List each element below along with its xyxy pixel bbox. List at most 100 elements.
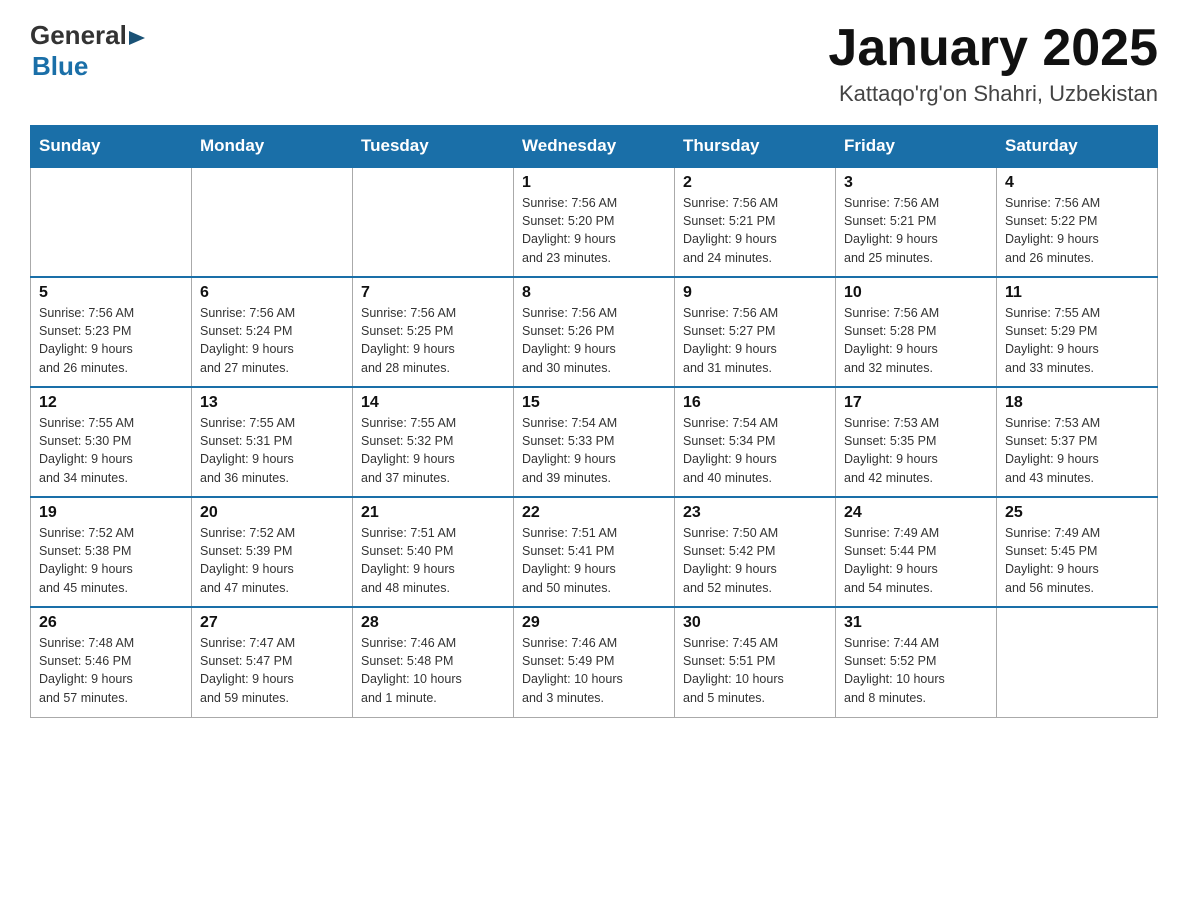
title-area: January 2025 Kattaqo'rg'on Shahri, Uzbek…	[828, 20, 1158, 107]
day-number: 15	[522, 394, 666, 412]
calendar-cell: 24 Sunrise: 7:49 AM Sunset: 5:44 PM Dayli…	[836, 497, 997, 607]
day-info: Sunrise: 7:51 AM Sunset: 5:40 PM Dayligh…	[361, 524, 505, 597]
day-number: 30	[683, 614, 827, 632]
calendar-cell: 7 Sunrise: 7:56 AM Sunset: 5:25 PM Daylig…	[353, 277, 514, 387]
calendar-cell: 23Sunrise: 7:50 AM Sunset: 5:42 PM Dayli…	[675, 497, 836, 607]
day-number: 18	[1005, 394, 1149, 412]
calendar-cell: 1 Sunrise: 7:56 AM Sunset: 5:20 PM Daylig…	[514, 167, 675, 277]
calendar-cell: 9 Sunrise: 7:56 AM Sunset: 5:27 PM Daylig…	[675, 277, 836, 387]
day-info: Sunrise: 7:46 AM Sunset: 5:49 PM Dayligh…	[522, 634, 666, 707]
calendar-cell: 25 Sunrise: 7:49 AM Sunset: 5:45 PM Dayli…	[997, 497, 1158, 607]
header: General Blue January 2025 Kattaqo'rg'on …	[30, 20, 1158, 107]
day-number: 14	[361, 394, 505, 412]
day-info: Sunrise: 7:47 AM Sunset: 5:47 PM Dayligh…	[200, 634, 344, 707]
day-info: Sunrise: 7:48 AM Sunset: 5:46 PM Dayligh…	[39, 634, 183, 707]
month-title: January 2025	[828, 20, 1158, 77]
calendar-week-1: 1 Sunrise: 7:56 AM Sunset: 5:20 PM Daylig…	[31, 167, 1158, 277]
day-info: Sunrise: 7:44 AM Sunset: 5:52 PM Dayligh…	[844, 634, 988, 707]
day-number: 21	[361, 504, 505, 522]
day-number: 4	[1005, 174, 1149, 192]
weekday-header-thursday: Thursday	[675, 126, 836, 168]
day-info: Sunrise: 7:56 AM Sunset: 5:27 PM Dayligh…	[683, 304, 827, 377]
calendar-week-5: 26 Sunrise: 7:48 AM Sunset: 5:46 PM Dayli…	[31, 607, 1158, 717]
day-info: Sunrise: 7:56 AM Sunset: 5:20 PM Dayligh…	[522, 194, 666, 267]
day-info: Sunrise: 7:49 AM Sunset: 5:45 PM Dayligh…	[1005, 524, 1149, 597]
location-title: Kattaqo'rg'on Shahri, Uzbekistan	[828, 81, 1158, 107]
calendar-cell: 10Sunrise: 7:56 AM Sunset: 5:28 PM Dayli…	[836, 277, 997, 387]
day-info: Sunrise: 7:55 AM Sunset: 5:31 PM Dayligh…	[200, 414, 344, 487]
calendar-header: SundayMondayTuesdayWednesdayThursdayFrid…	[31, 126, 1158, 168]
calendar-cell	[353, 167, 514, 277]
calendar-cell: 5 Sunrise: 7:56 AM Sunset: 5:23 PM Daylig…	[31, 277, 192, 387]
calendar-cell: 12 Sunrise: 7:55 AM Sunset: 5:30 PM Dayli…	[31, 387, 192, 497]
day-number: 5	[39, 284, 183, 302]
day-number: 17	[844, 394, 988, 412]
day-number: 27	[200, 614, 344, 632]
calendar-cell: 11Sunrise: 7:55 AM Sunset: 5:29 PM Dayli…	[997, 277, 1158, 387]
day-info: Sunrise: 7:45 AM Sunset: 5:51 PM Dayligh…	[683, 634, 827, 707]
day-info: Sunrise: 7:46 AM Sunset: 5:48 PM Dayligh…	[361, 634, 505, 707]
calendar-cell: 15 Sunrise: 7:54 AM Sunset: 5:33 PM Dayli…	[514, 387, 675, 497]
day-number: 9	[683, 284, 827, 302]
calendar-cell: 14 Sunrise: 7:55 AM Sunset: 5:32 PM Dayli…	[353, 387, 514, 497]
day-info: Sunrise: 7:56 AM Sunset: 5:24 PM Dayligh…	[200, 304, 344, 377]
calendar-week-4: 19Sunrise: 7:52 AM Sunset: 5:38 PM Dayli…	[31, 497, 1158, 607]
calendar-cell: 4 Sunrise: 7:56 AM Sunset: 5:22 PM Daylig…	[997, 167, 1158, 277]
day-info: Sunrise: 7:56 AM Sunset: 5:26 PM Dayligh…	[522, 304, 666, 377]
day-info: Sunrise: 7:55 AM Sunset: 5:32 PM Dayligh…	[361, 414, 505, 487]
day-number: 6	[200, 284, 344, 302]
weekday-header-saturday: Saturday	[997, 126, 1158, 168]
day-number: 1	[522, 174, 666, 192]
calendar-cell: 2Sunrise: 7:56 AM Sunset: 5:21 PM Daylig…	[675, 167, 836, 277]
day-number: 24	[844, 504, 988, 522]
calendar-table: SundayMondayTuesdayWednesdayThursdayFrid…	[30, 125, 1158, 718]
day-number: 20	[200, 504, 344, 522]
calendar-cell: 13 Sunrise: 7:55 AM Sunset: 5:31 PM Dayli…	[192, 387, 353, 497]
calendar-cell: 3 Sunrise: 7:56 AM Sunset: 5:21 PM Daylig…	[836, 167, 997, 277]
weekday-header-friday: Friday	[836, 126, 997, 168]
day-number: 7	[361, 284, 505, 302]
day-info: Sunrise: 7:56 AM Sunset: 5:21 PM Dayligh…	[844, 194, 988, 267]
day-number: 28	[361, 614, 505, 632]
day-number: 12	[39, 394, 183, 412]
day-number: 23	[683, 504, 827, 522]
calendar-cell	[192, 167, 353, 277]
day-number: 13	[200, 394, 344, 412]
weekday-header-wednesday: Wednesday	[514, 126, 675, 168]
calendar-cell: 26 Sunrise: 7:48 AM Sunset: 5:46 PM Dayli…	[31, 607, 192, 717]
day-number: 22	[522, 504, 666, 522]
calendar-cell: 20 Sunrise: 7:52 AM Sunset: 5:39 PM Dayli…	[192, 497, 353, 607]
calendar-week-2: 5 Sunrise: 7:56 AM Sunset: 5:23 PM Daylig…	[31, 277, 1158, 387]
day-number: 11	[1005, 284, 1149, 302]
calendar-cell: 18 Sunrise: 7:53 AM Sunset: 5:37 PM Dayli…	[997, 387, 1158, 497]
day-number: 16	[683, 394, 827, 412]
calendar-cell: 6 Sunrise: 7:56 AM Sunset: 5:24 PM Daylig…	[192, 277, 353, 387]
day-info: Sunrise: 7:53 AM Sunset: 5:37 PM Dayligh…	[1005, 414, 1149, 487]
day-info: Sunrise: 7:56 AM Sunset: 5:28 PM Dayligh…	[844, 304, 988, 377]
day-number: 29	[522, 614, 666, 632]
weekday-header-sunday: Sunday	[31, 126, 192, 168]
day-info: Sunrise: 7:54 AM Sunset: 5:33 PM Dayligh…	[522, 414, 666, 487]
day-info: Sunrise: 7:54 AM Sunset: 5:34 PM Dayligh…	[683, 414, 827, 487]
day-number: 3	[844, 174, 988, 192]
day-number: 26	[39, 614, 183, 632]
day-info: Sunrise: 7:49 AM Sunset: 5:44 PM Dayligh…	[844, 524, 988, 597]
day-info: Sunrise: 7:55 AM Sunset: 5:30 PM Dayligh…	[39, 414, 183, 487]
day-info: Sunrise: 7:56 AM Sunset: 5:22 PM Dayligh…	[1005, 194, 1149, 267]
day-info: Sunrise: 7:56 AM Sunset: 5:25 PM Dayligh…	[361, 304, 505, 377]
weekday-header-monday: Monday	[192, 126, 353, 168]
logo-arrow-icon	[127, 27, 149, 49]
calendar-cell: 22Sunrise: 7:51 AM Sunset: 5:41 PM Dayli…	[514, 497, 675, 607]
calendar-cell	[997, 607, 1158, 717]
calendar-cell: 28 Sunrise: 7:46 AM Sunset: 5:48 PM Dayli…	[353, 607, 514, 717]
weekday-header-row: SundayMondayTuesdayWednesdayThursdayFrid…	[31, 126, 1158, 168]
calendar-cell: 19Sunrise: 7:52 AM Sunset: 5:38 PM Dayli…	[31, 497, 192, 607]
day-info: Sunrise: 7:53 AM Sunset: 5:35 PM Dayligh…	[844, 414, 988, 487]
day-info: Sunrise: 7:52 AM Sunset: 5:39 PM Dayligh…	[200, 524, 344, 597]
logo: General Blue	[30, 20, 149, 82]
day-number: 25	[1005, 504, 1149, 522]
calendar-body: 1 Sunrise: 7:56 AM Sunset: 5:20 PM Daylig…	[31, 167, 1158, 717]
day-number: 19	[39, 504, 183, 522]
day-info: Sunrise: 7:56 AM Sunset: 5:23 PM Dayligh…	[39, 304, 183, 377]
calendar-cell: 30 Sunrise: 7:45 AM Sunset: 5:51 PM Dayli…	[675, 607, 836, 717]
